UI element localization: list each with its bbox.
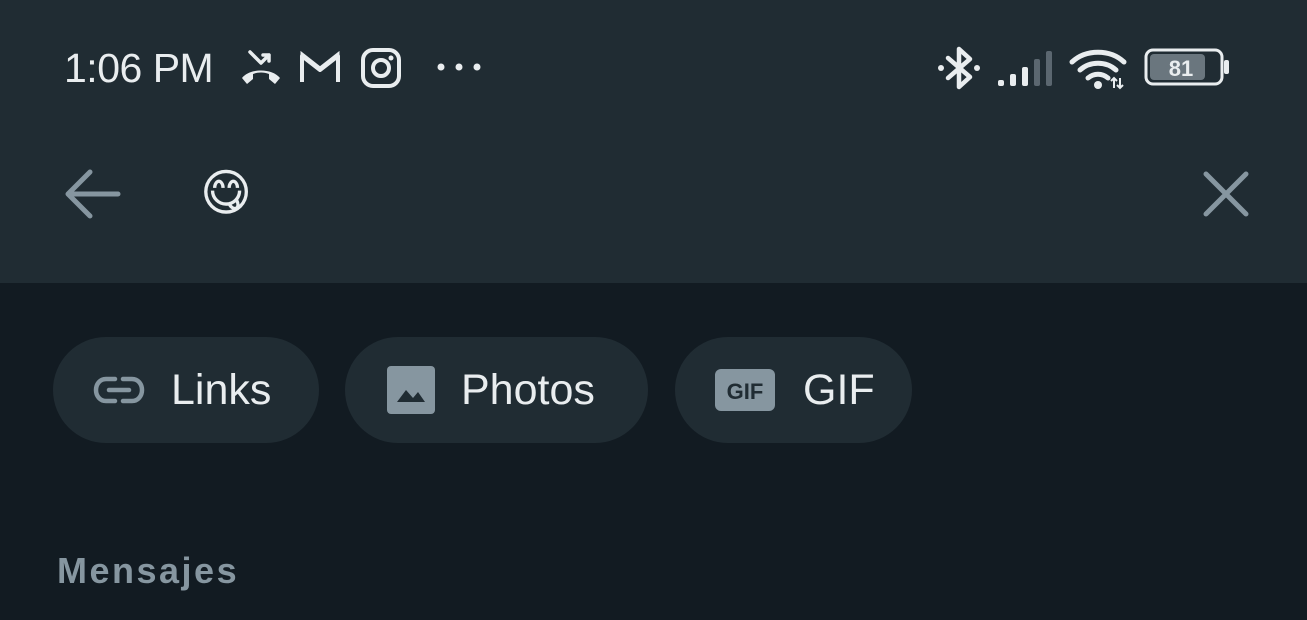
image-icon (387, 366, 435, 414)
missed-call-icon (242, 50, 280, 84)
battery-level-text: 81 (1169, 56, 1193, 81)
status-bar: 1:06 PM 81 (0, 0, 1307, 130)
gmail-icon (300, 50, 340, 82)
section-title-messages: Mensajes (57, 550, 240, 591)
back-button[interactable] (52, 154, 132, 234)
link-icon (93, 376, 145, 404)
arrow-left-icon (65, 169, 121, 219)
filter-chip-gif[interactable]: GIF GIF (675, 337, 912, 443)
bluetooth-icon (938, 46, 980, 90)
filter-chip-label: Photos (461, 366, 595, 414)
search-input[interactable]: 😋 (200, 162, 1100, 224)
clear-search-button[interactable] (1186, 154, 1266, 234)
filter-chip-label: GIF (803, 366, 875, 414)
filter-chip-photos[interactable]: Photos (345, 337, 648, 443)
filter-chip-links[interactable]: Links (53, 337, 319, 443)
search-header: 😋 (0, 130, 1307, 283)
instagram-icon (361, 48, 401, 88)
filter-chip-label: Links (171, 366, 272, 414)
signal-icon (998, 51, 1052, 86)
close-icon (1203, 171, 1249, 217)
gif-icon: GIF (715, 369, 775, 411)
battery-icon: 81 (1144, 48, 1229, 86)
wifi-icon (1069, 49, 1127, 90)
svg-text:GIF: GIF (727, 379, 764, 404)
status-time: 1:06 PM (64, 45, 214, 91)
more-dots-icon (437, 63, 481, 71)
